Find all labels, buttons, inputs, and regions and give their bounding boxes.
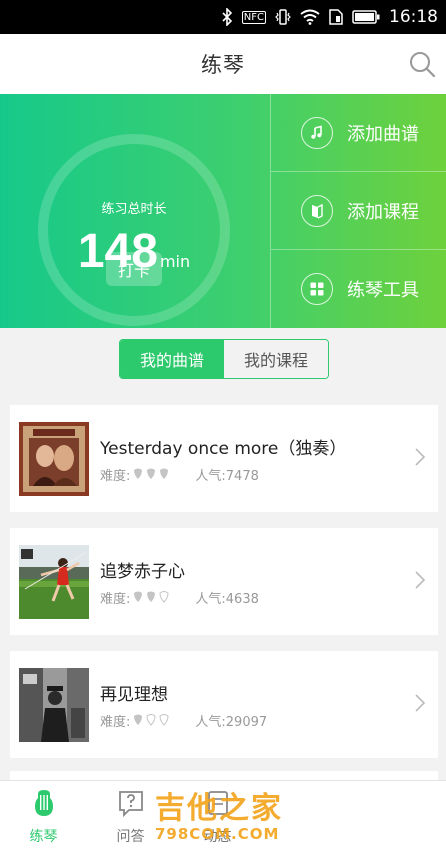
book-icon [301, 194, 333, 227]
wifi-icon [300, 9, 320, 25]
tab-qa-label: 问答 [116, 829, 145, 845]
album-cover-image [19, 421, 89, 496]
bottom-tab-bar: 练琴 问答 动态 [0, 780, 446, 852]
page-title: 练琴 [201, 53, 245, 77]
song-card[interactable]: 追梦赤子心 难度: 人气:4638 [10, 528, 438, 635]
tab-practice-label: 练琴 [29, 829, 58, 845]
tab-my-sheets[interactable]: 我的曲谱 [120, 340, 224, 378]
bluetooth-icon [221, 8, 233, 26]
song-card[interactable]: 再见理想 难度: 人气:29097 [10, 651, 438, 758]
tab-feed[interactable]: 动态 [174, 781, 261, 852]
chevron-right-icon [415, 571, 426, 589]
song-meta: 难度: 人气:29097 [100, 711, 267, 730]
song-card[interactable]: Yesterday once more（独奏） 难度: 人气:7478 [10, 405, 438, 512]
tab-my-courses[interactable]: 我的课程 [224, 340, 328, 378]
difficulty-label: 难度: [100, 714, 131, 730]
status-bar: NFC 16:18 [0, 0, 446, 34]
grid-icon [301, 273, 333, 305]
popularity: 人气:4638 [195, 591, 259, 607]
status-time: 16:18 [389, 7, 438, 27]
song-meta: 难度: 人气:7478 [100, 465, 346, 484]
song-title: 追梦赤子心 [100, 561, 185, 582]
difficulty-rating: 难度: [100, 711, 169, 730]
pick-filled-icon [147, 468, 156, 479]
quick-menu: 添加曲谱 添加课程 练琴工具 [270, 94, 446, 328]
add-sheet-label: 添加曲谱 [347, 123, 419, 145]
pick-empty-icon [159, 591, 169, 603]
music-note-icon [301, 116, 333, 149]
practice-ring: 练习总时长 148 min [38, 134, 230, 326]
checkin-button[interactable]: 打卡 [106, 252, 162, 286]
song-info: Yesterday once more（独奏） 难度: 人气:7478 [100, 434, 346, 484]
popularity: 人气:7478 [195, 468, 259, 484]
practice-panel: 练习总时长 148 min 打卡 添加曲谱 添加课程 练琴工具 [0, 94, 446, 328]
song-info: 再见理想 难度: 人气:29097 [100, 680, 267, 730]
search-icon[interactable] [408, 50, 436, 78]
song-info: 追梦赤子心 难度: 人气:4638 [100, 557, 259, 607]
battery-icon [352, 10, 380, 24]
guitar-icon [34, 790, 53, 816]
difficulty-rating: 难度: [100, 588, 169, 607]
chevron-right-icon [415, 448, 426, 466]
chevron-right-icon [415, 694, 426, 712]
practice-tools-button[interactable]: 练琴工具 [271, 250, 446, 328]
song-list: Yesterday once more（独奏） 难度: 人气:7478 追梦赤子… [10, 405, 438, 774]
feed-icon [207, 791, 228, 815]
song-title: Yesterday once more（独奏） [100, 438, 347, 459]
add-course-button[interactable]: 添加课程 [271, 172, 446, 250]
app-header: 练琴 [0, 34, 446, 94]
pick-filled-icon [134, 591, 143, 602]
difficulty-label: 难度: [100, 468, 131, 484]
pick-filled-icon [134, 714, 143, 725]
song-meta: 难度: 人气:4638 [100, 588, 259, 607]
album-cover-image [19, 544, 89, 619]
album-cover-image [19, 667, 89, 742]
tab-qa[interactable]: 问答 [87, 781, 174, 852]
practice-unit: min [159, 252, 191, 271]
add-sheet-button[interactable]: 添加曲谱 [271, 94, 446, 172]
practice-tools-label: 练琴工具 [347, 280, 419, 301]
difficulty-rating: 难度: [100, 465, 169, 484]
song-title: 再见理想 [100, 684, 168, 705]
difficulty-label: 难度: [100, 591, 131, 607]
tab-practice[interactable]: 练琴 [0, 781, 87, 852]
tab-feed-label: 动态 [203, 829, 232, 845]
add-course-label: 添加课程 [347, 201, 419, 223]
library-segment: 我的曲谱 我的课程 [119, 339, 329, 379]
pick-empty-icon [159, 714, 169, 726]
pick-filled-icon [147, 591, 156, 602]
question-bubble-icon [118, 791, 143, 818]
pick-filled-icon [160, 468, 169, 479]
nfc-icon: NFC [241, 10, 266, 24]
practice-total-label: 练习总时长 [101, 202, 167, 217]
vibrate-icon [275, 8, 291, 26]
popularity: 人气:29097 [195, 714, 268, 730]
pick-empty-icon [146, 714, 156, 726]
pick-filled-icon [134, 468, 143, 479]
sim-icon [329, 9, 343, 25]
